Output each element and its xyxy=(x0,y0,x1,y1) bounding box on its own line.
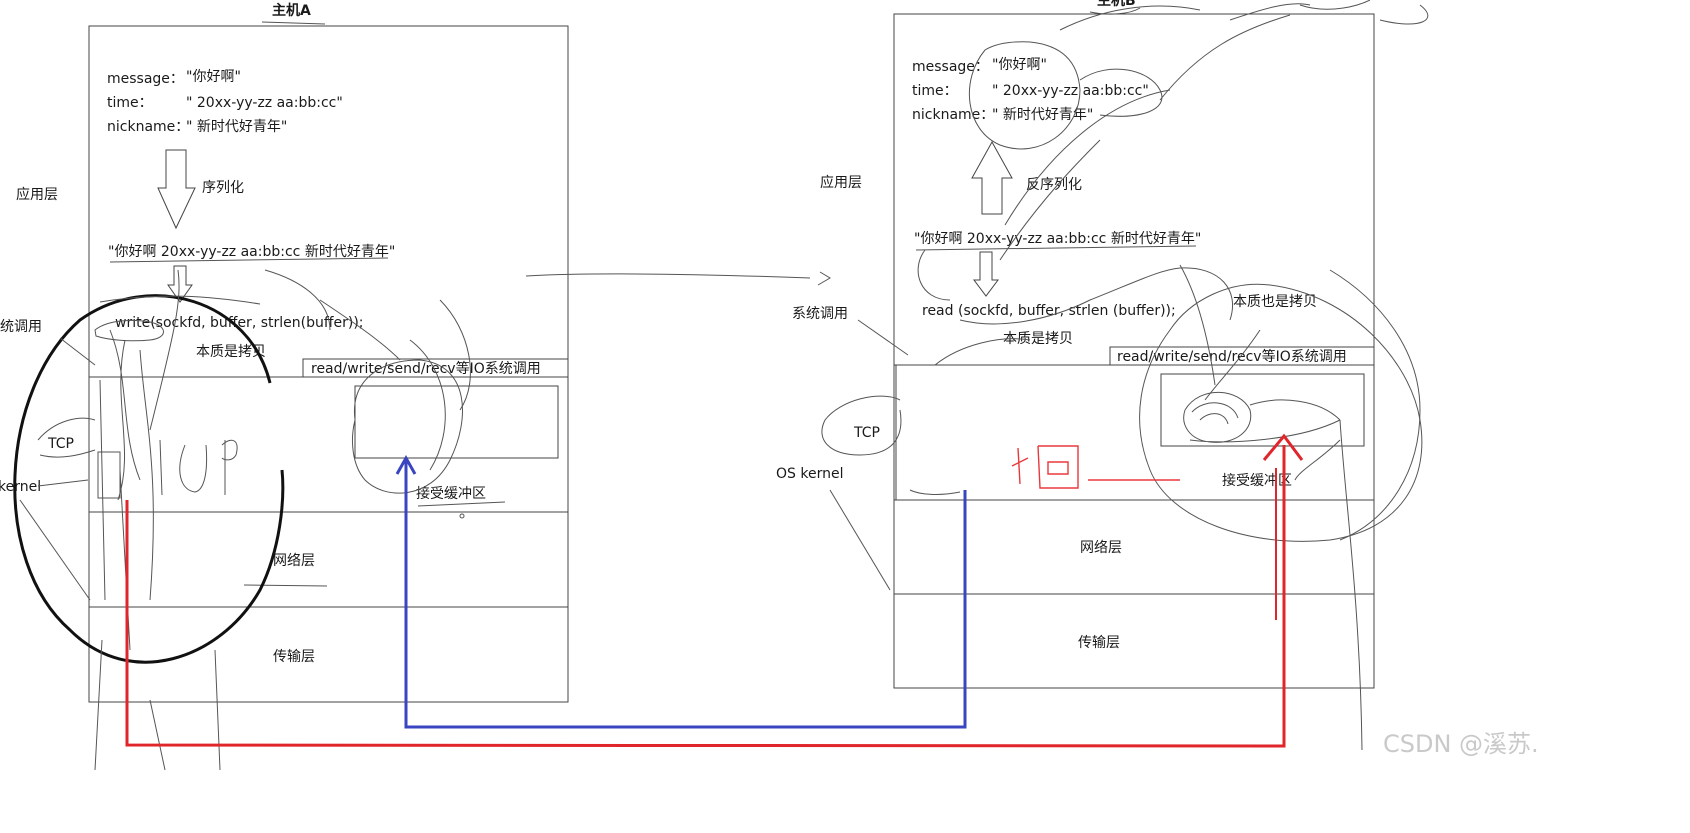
host-a-recv-underline xyxy=(417,501,506,507)
host-b-recv-buffer-label: 接受缓冲区 xyxy=(1222,472,1292,489)
app-layer-right-label: 应用层 xyxy=(820,174,862,191)
host-a-nickname-label: nickname： xyxy=(107,119,189,135)
host-a-serialize-label: 序列化 xyxy=(202,180,244,196)
host-a-udp-scribble xyxy=(159,439,238,496)
host-b-message-value: "你好啊" xyxy=(992,57,1047,73)
host-b-deserialize-label: 反序列化 xyxy=(1026,177,1082,193)
host-b-nickname-value: " 新时代好青年" xyxy=(992,107,1093,123)
syscall-right-line xyxy=(857,319,909,356)
host-b-red-scribble xyxy=(1011,445,1180,489)
os-kernel-right-line xyxy=(829,489,891,591)
tcp-left-label: TCP xyxy=(47,436,74,452)
app-layer-left-label: 应用层 xyxy=(16,186,58,203)
os-kernel-right-label: OS kernel xyxy=(776,466,843,482)
host-a-dot xyxy=(459,513,465,519)
host-a-message-label: message： xyxy=(107,71,184,87)
host-a-title-underline xyxy=(261,21,326,25)
blue-data-path xyxy=(404,460,967,729)
host-b-serialized-string: "你好啊 20xx-yy-zz aa:bb:cc 新时代好青年" xyxy=(914,231,1201,247)
host-a-network-underline xyxy=(243,584,328,587)
host-a-serialized-string: "你好啊 20xx-yy-zz aa:bb:cc 新时代好青年" xyxy=(108,244,395,260)
red-data-path xyxy=(125,445,1286,748)
syscall-right-label: 系统调用 xyxy=(792,306,848,322)
host-a: 主机A read/write/send/recv等IO系统调用 message：… xyxy=(13,2,569,771)
host-b-nickname-label: nickname： xyxy=(912,107,994,123)
kernel-left-line-2 xyxy=(19,499,91,601)
kernel-left-label: kernel xyxy=(0,479,41,495)
host-b-top-scribble-2 xyxy=(1059,3,1311,117)
host-b-time-label: time： xyxy=(912,83,958,99)
host-a-time-label: time： xyxy=(107,95,153,111)
kernel-right-scribble xyxy=(909,489,961,495)
host-b-time-value: " 20xx-yy-zz aa:bb:cc" xyxy=(992,83,1149,99)
host-b-deserialize-arrow xyxy=(971,140,1013,215)
host-a-io-label: read/write/send/recv等IO系统调用 xyxy=(311,360,541,377)
host-a-serialize-arrow xyxy=(157,149,196,230)
host-b-buffer-scribble xyxy=(1183,391,1341,443)
host-a-recv-buffer xyxy=(354,385,559,459)
host-b-transport-layer: 传输层 xyxy=(1078,635,1120,651)
host-a-bottom-scribble xyxy=(94,639,221,771)
host-a-nickname-value: " 新时代好青年" xyxy=(186,119,287,135)
host-a-title: 主机A xyxy=(272,2,311,19)
connecting-arrows xyxy=(125,271,1304,748)
host-a-transport-layer: 传输层 xyxy=(273,649,315,665)
host-b-read-call: read (sockfd, buffer, strlen (buffer)); xyxy=(922,303,1176,319)
kernel-left-line xyxy=(37,479,89,487)
host-a-recv-buffer-label: 接受缓冲区 xyxy=(416,485,486,502)
host-b-line-scribble xyxy=(1179,264,1261,401)
diagram-canvas: 主机A read/write/send/recv等IO系统调用 message：… xyxy=(0,0,1539,771)
host-b-right-line xyxy=(1294,419,1363,751)
syscall-left-label: 统调用 xyxy=(0,319,42,335)
host-b-small-down-arrow xyxy=(973,251,999,297)
csdn-watermark: CSDN @溪苏. xyxy=(1383,730,1539,758)
host-b-network-layer: 网络层 xyxy=(1080,540,1122,556)
top-middle-connector xyxy=(525,271,831,286)
host-a-time-value: " 20xx-yy-zz aa:bb:cc" xyxy=(186,95,343,111)
host-b-title: 主机B xyxy=(1097,0,1136,9)
host-b-big-circle xyxy=(1139,283,1423,542)
host-a-network-layer: 网络层 xyxy=(273,553,315,569)
host-a-message-value: "你好啊" xyxy=(186,69,241,85)
tcp-right-label: TCP xyxy=(853,425,880,441)
host-b-corner-scribble xyxy=(1299,0,1429,25)
left-side-labels: 应用层 统调用 TCP kernel xyxy=(0,186,96,601)
host-b-copy-note-2: 本质也是拷贝 xyxy=(1233,294,1317,310)
host-b: 主机B read/write/send/recv等IO系统调用 message：… xyxy=(893,0,1429,751)
syscall-left-line xyxy=(59,337,96,366)
